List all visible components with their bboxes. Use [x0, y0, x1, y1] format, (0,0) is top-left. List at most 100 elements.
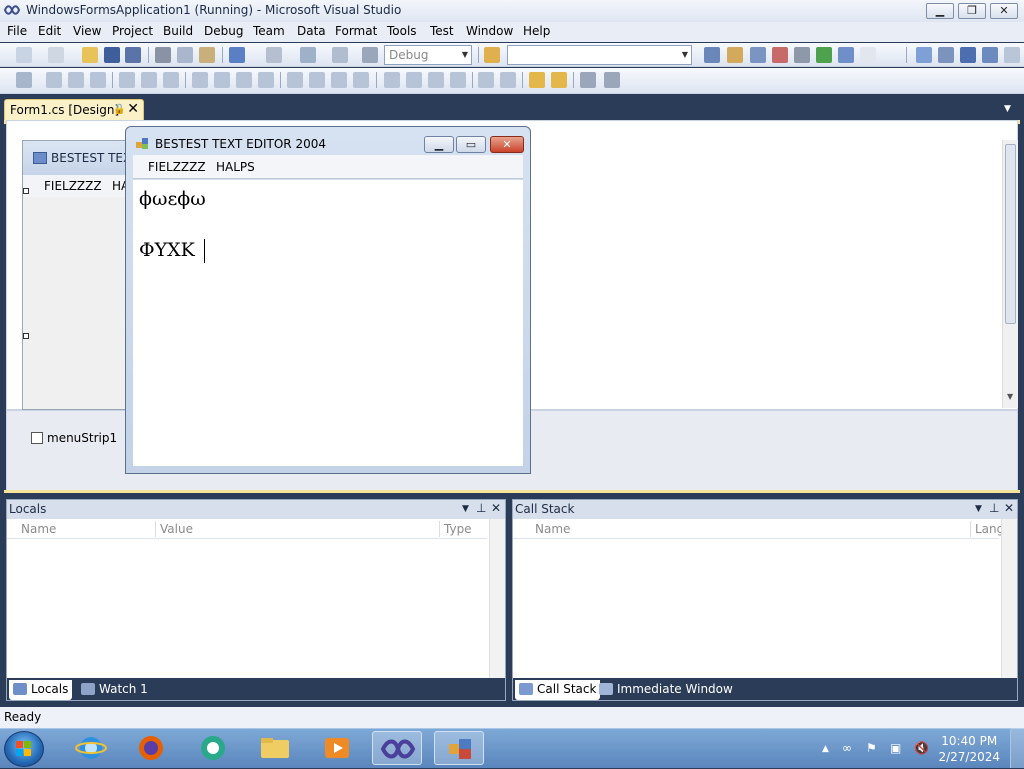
paste-icon[interactable]	[199, 47, 215, 63]
break-all-icon[interactable]	[938, 47, 954, 63]
start-button[interactable]	[4, 731, 44, 767]
align-tops-icon[interactable]	[119, 72, 135, 88]
increase-vertical-spacing-icon[interactable]	[406, 72, 422, 88]
taskbar-chat-app[interactable]	[188, 731, 238, 765]
scrollbar-thumb[interactable]	[1005, 144, 1016, 324]
cut-icon[interactable]	[155, 47, 171, 63]
pane-dropdown-icon[interactable]: ▼	[462, 504, 469, 514]
resize-handle[interactable]	[23, 188, 29, 194]
taskbar-firefox[interactable]	[126, 731, 176, 765]
menu-format[interactable]: Format	[335, 24, 377, 38]
app-minimize-button[interactable]: ▁	[424, 136, 454, 153]
horizontal-spacing-equal-icon[interactable]	[287, 72, 303, 88]
close-tab-icon[interactable]: ✕	[127, 101, 139, 117]
new-project-icon[interactable]	[16, 47, 32, 63]
align-rights-icon[interactable]	[90, 72, 106, 88]
make-same-height-icon[interactable]	[236, 72, 252, 88]
tab-watch-1[interactable]: Watch 1	[77, 680, 152, 700]
align-centers-icon[interactable]	[68, 72, 84, 88]
tools-icon[interactable]	[794, 47, 810, 63]
solution-explorer-icon[interactable]	[704, 47, 720, 63]
stop-debugging-icon[interactable]	[960, 47, 976, 63]
toolbox-icon[interactable]	[772, 47, 788, 63]
menu-project[interactable]: Project	[112, 24, 153, 38]
pane-dropdown-icon[interactable]: ▼	[975, 504, 982, 514]
start-page-icon[interactable]	[816, 47, 832, 63]
redo-icon[interactable]	[266, 47, 282, 63]
column-name[interactable]: Name	[535, 522, 570, 536]
size-to-grid-icon[interactable]	[214, 72, 230, 88]
send-to-back-icon[interactable]	[551, 72, 567, 88]
scroll-down-icon[interactable]: ▼	[1007, 392, 1013, 401]
tab-dropdown-icon[interactable]: ▼	[1004, 104, 1011, 114]
vertical-spacing-equal-icon[interactable]	[384, 72, 400, 88]
show-hidden-icons[interactable]: ▲	[822, 744, 829, 754]
designer-menustrip[interactable]: FIELZZZZ HA	[23, 175, 133, 197]
volume-muted-icon[interactable]: 🔇	[914, 741, 929, 755]
locals-scrollbar[interactable]	[489, 519, 505, 679]
add-item-icon[interactable]	[48, 47, 64, 63]
align-lefts-icon[interactable]	[46, 72, 62, 88]
solution-configuration-combo[interactable]: Debug ▼	[384, 45, 472, 65]
restore-button[interactable]: ❐	[958, 3, 986, 19]
save-icon[interactable]	[104, 47, 120, 63]
align-bottoms-icon[interactable]	[163, 72, 179, 88]
close-pane-icon[interactable]: ✕	[491, 501, 501, 515]
pin-pane-icon[interactable]: ⊥	[989, 501, 999, 515]
pin-icon[interactable]: 🔒	[113, 104, 125, 115]
menu-team[interactable]: Team	[253, 24, 285, 38]
bring-to-front-icon[interactable]	[529, 72, 545, 88]
taskbar-clock[interactable]: 10:40 PM 2/27/2024	[938, 733, 1000, 765]
taskbar-media-player[interactable]	[312, 731, 362, 765]
make-same-size-icon[interactable]	[258, 72, 274, 88]
menu-test[interactable]: Test	[430, 24, 454, 38]
class-view-icon[interactable]	[838, 47, 854, 63]
menu-file[interactable]: File	[7, 24, 27, 38]
menu-data[interactable]: Data	[297, 24, 326, 38]
close-pane-icon[interactable]: ✕	[1004, 501, 1014, 515]
column-type[interactable]: Type	[444, 522, 472, 536]
remove-horizontal-spacing-icon[interactable]	[353, 72, 369, 88]
find-combo[interactable]: ▼	[507, 45, 692, 65]
start-debugging-icon[interactable]	[362, 47, 378, 63]
close-button[interactable]: ✕	[990, 3, 1018, 19]
tab-immediate-window[interactable]: Immediate Window	[595, 680, 737, 700]
column-name[interactable]: Name	[21, 522, 56, 536]
designer-menu-fielzzzz[interactable]: FIELZZZZ	[44, 179, 102, 193]
remove-vertical-spacing-icon[interactable]	[450, 72, 466, 88]
taskbar-internet-explorer[interactable]	[66, 731, 116, 765]
decrease-vertical-spacing-icon[interactable]	[428, 72, 444, 88]
menu-tools[interactable]: Tools	[387, 24, 417, 38]
tab-call-stack[interactable]: Call Stack	[515, 680, 601, 700]
menu-build[interactable]: Build	[163, 24, 193, 38]
increase-horizontal-spacing-icon[interactable]	[309, 72, 325, 88]
tab-order-icon[interactable]	[580, 72, 596, 88]
designer-scrollbar[interactable]	[1002, 140, 1018, 408]
show-next-statement-icon[interactable]	[1004, 47, 1020, 63]
action-center-flag-icon[interactable]: ⚑	[866, 741, 877, 755]
call-stack-scrollbar[interactable]	[1001, 519, 1017, 679]
lock-controls-icon[interactable]	[604, 72, 620, 88]
app-maximize-button[interactable]: ▭	[456, 136, 486, 153]
designer-form[interactable]: BESTEST TEXT FIELZZZZ HA	[22, 140, 138, 410]
network-icon[interactable]: ▣	[890, 741, 901, 755]
tray-item-menustrip[interactable]: menuStrip1	[31, 431, 117, 445]
pin-pane-icon[interactable]: ⊥	[476, 501, 486, 515]
copy-icon[interactable]	[177, 47, 193, 63]
tab-form1-design[interactable]: Form1.cs [Design] 🔒 ✕	[4, 99, 144, 121]
properties-icon[interactable]	[727, 47, 743, 63]
column-language[interactable]: Lang	[975, 522, 1004, 536]
align-middles-icon[interactable]	[141, 72, 157, 88]
resize-handle[interactable]	[23, 333, 29, 339]
taskbar-visual-studio[interactable]	[372, 731, 422, 765]
app-close-button[interactable]: ✕	[490, 136, 524, 153]
save-all-icon[interactable]	[125, 47, 141, 63]
text-editor-area[interactable]: ϕωεϕω ΦΥΧΚ	[133, 180, 523, 466]
align-to-grid-icon[interactable]	[16, 72, 32, 88]
menu-view[interactable]: View	[73, 24, 101, 38]
column-value[interactable]: Value	[160, 522, 193, 536]
menu-debug[interactable]: Debug	[204, 24, 243, 38]
restart-icon[interactable]	[982, 47, 998, 63]
undo-icon[interactable]	[229, 47, 245, 63]
decrease-horizontal-spacing-icon[interactable]	[331, 72, 347, 88]
